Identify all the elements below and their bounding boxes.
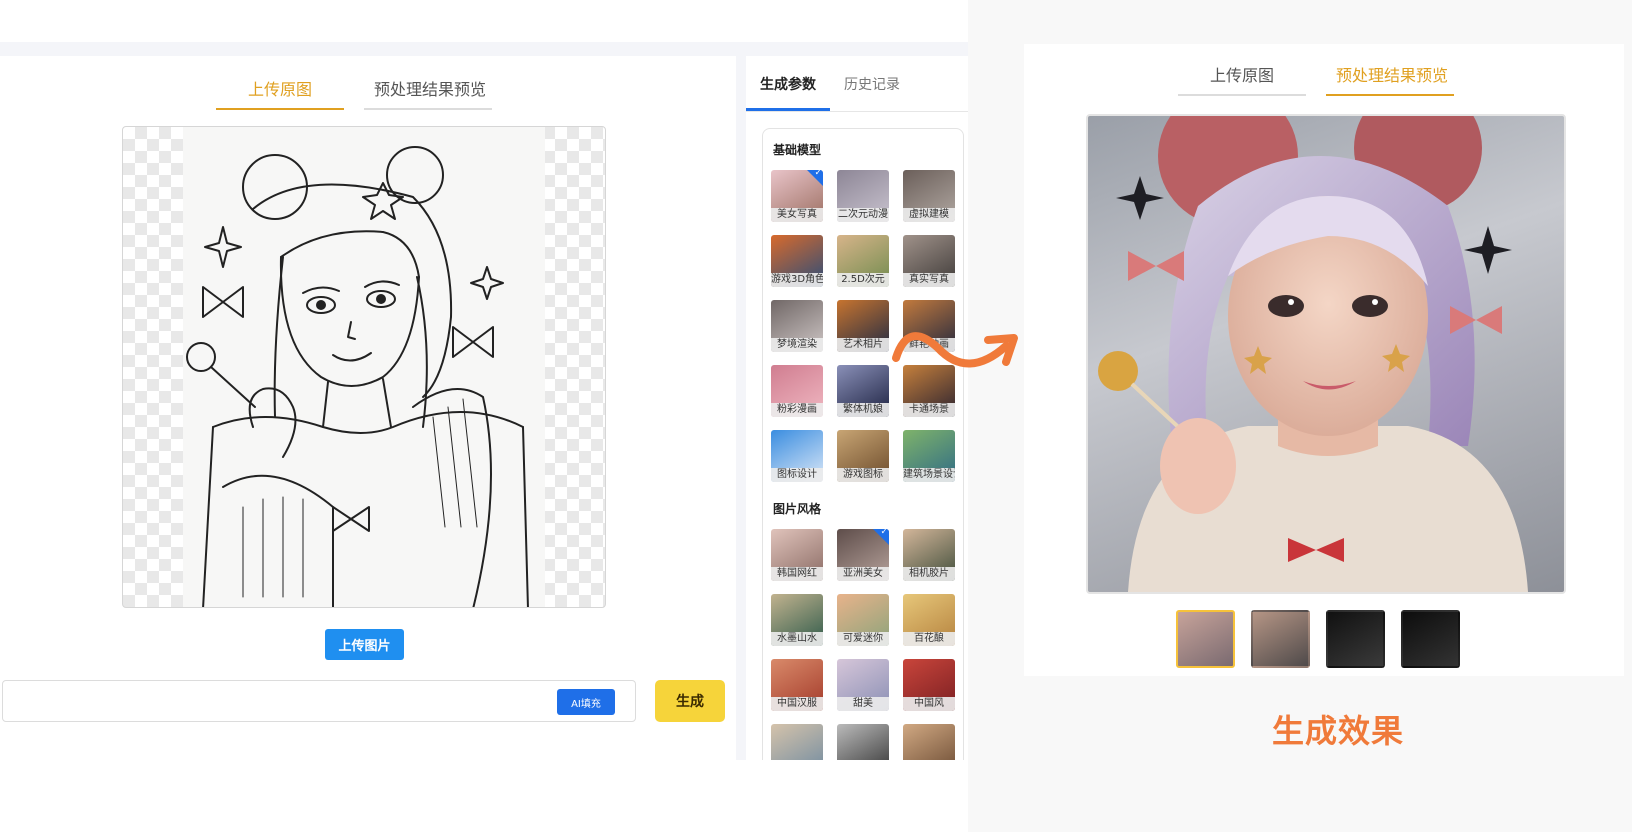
original-image-frame[interactable] bbox=[122, 126, 606, 608]
param-option-tile[interactable] bbox=[837, 724, 889, 760]
arrow-icon bbox=[892, 332, 1018, 368]
param-option-label: 二次元动漫 bbox=[837, 208, 889, 222]
ai-fill-button[interactable]: AI填充 bbox=[557, 689, 615, 715]
tab-preprocess-preview[interactable]: 预处理结果预览 bbox=[364, 76, 492, 110]
param-option-tile[interactable]: 建筑场景设计 bbox=[903, 430, 955, 482]
param-option-label: 梦境渲染 bbox=[771, 338, 823, 352]
param-option-tile[interactable] bbox=[903, 724, 955, 760]
param-option-label: 可爱迷你 bbox=[837, 632, 889, 646]
upload-card: 上传原图 预处理结果预览 上传图片 AI填充 生成 bbox=[0, 56, 736, 760]
param-option-label: 繁体机娘 bbox=[837, 403, 889, 417]
result-tabs: 上传原图 预处理结果预览 bbox=[1178, 62, 1454, 96]
param-option-label: 亚洲美女 bbox=[837, 567, 889, 581]
line-art-sketch-illustration bbox=[186, 146, 529, 607]
param-option-tile[interactable]: 二次元动漫 bbox=[837, 170, 889, 222]
param-option-tile[interactable]: 水墨山水 bbox=[771, 594, 823, 646]
param-option-label: 百花酿 bbox=[903, 632, 955, 646]
param-option-tile[interactable]: 美女写真 bbox=[771, 170, 823, 222]
tab-history[interactable]: 历史记录 bbox=[830, 66, 914, 111]
param-option-label: 相机胶片 bbox=[903, 567, 955, 581]
tab-generation-params[interactable]: 生成参数 bbox=[746, 66, 830, 111]
tab-upload-original-right[interactable]: 上传原图 bbox=[1178, 62, 1306, 96]
param-option-label: 美女写真 bbox=[771, 208, 823, 222]
param-option-label: 甜美 bbox=[837, 697, 889, 711]
param-section-title: 基础模型 bbox=[773, 143, 822, 157]
upload-tabs: 上传原图 预处理结果预览 bbox=[216, 76, 492, 110]
param-option-tile[interactable]: 真实写真 bbox=[903, 235, 955, 287]
tab-upload-original[interactable]: 上传原图 bbox=[216, 76, 344, 110]
param-option-tile[interactable]: 百花酿 bbox=[903, 594, 955, 646]
param-option-tile[interactable]: 游戏图标 bbox=[837, 430, 889, 482]
tab-preprocess-preview-right[interactable]: 预处理结果预览 bbox=[1326, 62, 1454, 96]
param-option-label: 真实写真 bbox=[903, 273, 955, 287]
param-option-tile[interactable]: 甜美 bbox=[837, 659, 889, 711]
param-option-label: 游戏图标 bbox=[837, 468, 889, 482]
param-option-tile[interactable]: 虚拟建模 bbox=[903, 170, 955, 222]
param-option-tile[interactable]: 艺术相片 bbox=[837, 300, 889, 352]
left-bottom-area bbox=[0, 760, 968, 832]
param-option-label: 游戏3D角色 bbox=[771, 273, 823, 287]
param-option-label: 建筑场景设计 bbox=[903, 468, 955, 482]
param-option-tile[interactable]: 繁体机娘 bbox=[837, 365, 889, 417]
stage: 上传原图 预处理结果预览 上传图片 AI填充 生成 生成参数 历史记录 基础模型… bbox=[0, 0, 1632, 832]
param-option-tile[interactable]: 亚洲美女 bbox=[837, 529, 889, 581]
param-option-tile[interactable]: 2.5D次元 bbox=[837, 235, 889, 287]
sketch-image bbox=[183, 127, 545, 607]
param-option-label: 艺术相片 bbox=[837, 338, 889, 352]
param-option-tile[interactable]: 中国风 bbox=[903, 659, 955, 711]
result-thumbnail[interactable] bbox=[1401, 610, 1460, 668]
param-option-tile[interactable]: 韩国网红 bbox=[771, 529, 823, 581]
result-thumbnail[interactable] bbox=[1326, 610, 1385, 668]
generation-params-panel: 生成参数 历史记录 基础模型美女写真二次元动漫虚拟建模游戏3D角色 2.5D次元真… bbox=[746, 56, 968, 760]
selected-check-icon bbox=[873, 529, 889, 545]
selected-check-icon bbox=[807, 170, 823, 186]
generated-portrait-illustration bbox=[1098, 116, 1528, 592]
param-option-tile[interactable]: 粉彩漫画 bbox=[771, 365, 823, 417]
result-card: 上传原图 预处理结果预览 bbox=[1024, 44, 1624, 676]
param-option-tile[interactable]: 梦境渲染 bbox=[771, 300, 823, 352]
prompt-input[interactable]: AI填充 bbox=[2, 680, 636, 722]
param-option-tile[interactable]: 相机胶片 bbox=[903, 529, 955, 581]
param-option-label: 2.5D次元 bbox=[837, 273, 889, 287]
param-option-label: 图标设计 bbox=[771, 468, 823, 482]
generate-button[interactable]: 生成 bbox=[655, 680, 725, 722]
param-option-label: 中国汉服 bbox=[771, 697, 823, 711]
param-section-title: 图片风格 bbox=[773, 502, 822, 516]
param-option-label: 粉彩漫画 bbox=[771, 403, 823, 417]
param-option-tile[interactable]: 游戏3D角色 bbox=[771, 235, 823, 287]
param-option-label: 卡通场景 bbox=[903, 403, 955, 417]
param-option-label: 虚拟建模 bbox=[903, 208, 955, 222]
effect-label: 生成效果 bbox=[1272, 712, 1405, 750]
param-list[interactable]: 基础模型美女写真二次元动漫虚拟建模游戏3D角色 2.5D次元真实写真梦境渲染艺术相… bbox=[762, 128, 964, 760]
param-option-grid: 韩国网红亚洲美女相机胶片水墨山水可爱迷你百花酿中国汉服甜美中国风 bbox=[771, 529, 955, 760]
param-option-label: 中国风 bbox=[903, 697, 955, 711]
upload-image-button[interactable]: 上传图片 bbox=[325, 629, 404, 660]
param-option-tile[interactable]: 图标设计 bbox=[771, 430, 823, 482]
param-option-tile[interactable] bbox=[771, 724, 823, 760]
generated-result-image[interactable] bbox=[1086, 114, 1566, 594]
result-thumbnail[interactable] bbox=[1251, 610, 1310, 668]
param-option-label: 韩国网红 bbox=[771, 567, 823, 581]
param-option-tile[interactable]: 可爱迷你 bbox=[837, 594, 889, 646]
param-option-tile[interactable]: 中国汉服 bbox=[771, 659, 823, 711]
param-option-label: 水墨山水 bbox=[771, 632, 823, 646]
result-thumbnails bbox=[1176, 610, 1460, 668]
result-thumbnail[interactable] bbox=[1176, 610, 1235, 668]
param-tabs: 生成参数 历史记录 bbox=[746, 66, 968, 112]
